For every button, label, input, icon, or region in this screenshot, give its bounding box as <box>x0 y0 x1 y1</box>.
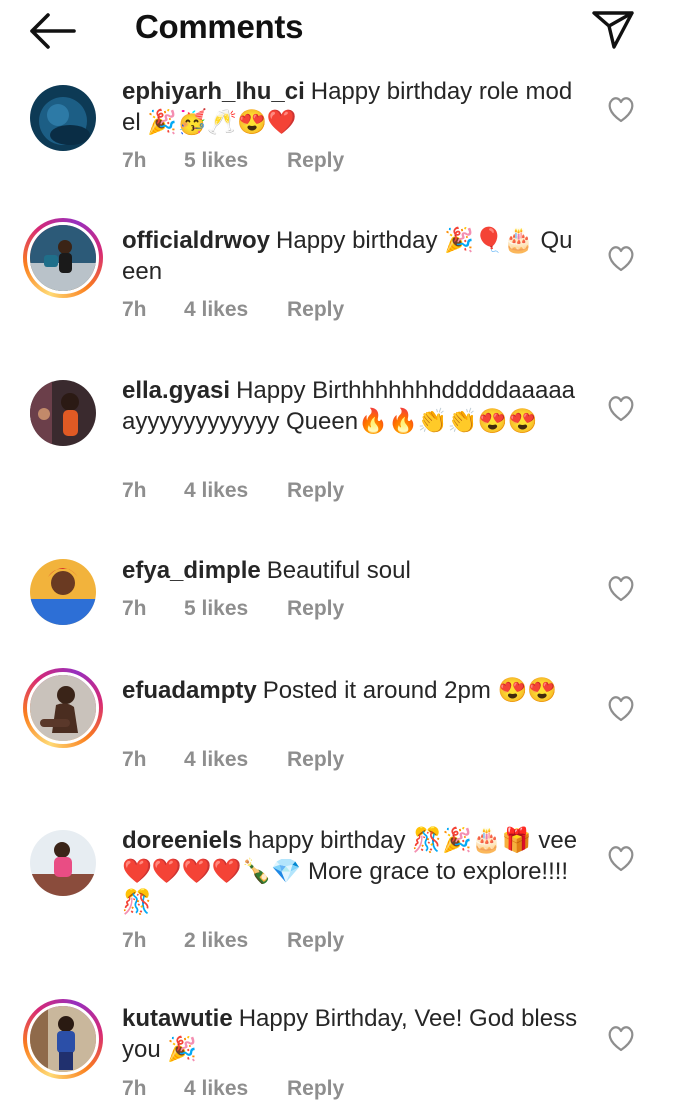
comment-meta: 7h 5 likes Reply <box>122 597 344 621</box>
reply-button[interactable]: Reply <box>287 748 344 772</box>
back-arrow-icon[interactable] <box>30 13 76 49</box>
reply-button[interactable]: Reply <box>287 597 344 621</box>
likes-count[interactable]: 4 likes <box>184 1077 287 1101</box>
comment-username[interactable]: ephiyarh_lhu_ci <box>122 78 305 105</box>
heart-outline-icon[interactable] <box>606 844 636 872</box>
avatar[interactable] <box>23 218 103 298</box>
comment-username[interactable]: officialdrwoy <box>122 227 270 254</box>
likes-count[interactable]: 2 likes <box>184 929 287 953</box>
heart-outline-icon[interactable] <box>606 694 636 722</box>
comment-username[interactable]: kutawutie <box>122 1005 233 1032</box>
heart-outline-icon[interactable] <box>606 574 636 602</box>
comment-meta: 7h 2 likes Reply <box>122 929 344 953</box>
heart-outline-icon[interactable] <box>606 244 636 272</box>
avatar[interactable] <box>23 668 103 748</box>
comment-meta: 7h 5 likes Reply <box>122 149 344 173</box>
reply-button[interactable]: Reply <box>287 1077 344 1101</box>
paper-plane-icon[interactable] <box>590 9 636 49</box>
avatar-image <box>27 672 99 744</box>
comment-body: ella.gyasi Happy Birthhhhhhhdddddaaaaaayy… <box>122 375 582 437</box>
top-bar: Comments <box>0 0 673 66</box>
comment-time: 7h <box>122 597 147 620</box>
comment-username[interactable]: efya_dimple <box>122 557 261 584</box>
likes-count[interactable]: 4 likes <box>184 298 287 322</box>
avatar-image <box>30 559 96 625</box>
comment-body: efya_dimple Beautiful soul <box>122 555 582 586</box>
reply-button[interactable]: Reply <box>287 929 344 953</box>
avatar-image <box>27 222 99 294</box>
avatar[interactable] <box>23 78 103 158</box>
comment-time: 7h <box>122 748 147 771</box>
likes-count[interactable]: 4 likes <box>184 748 287 772</box>
comment-meta: 7h 4 likes Reply <box>122 479 344 503</box>
comment-username[interactable]: doreeniels <box>122 827 242 854</box>
comment-time: 7h <box>122 298 147 321</box>
comment-time: 7h <box>122 149 147 172</box>
avatar-image <box>30 85 96 151</box>
comment-body: efuadampty Posted it around 2pm 😍😍 <box>122 675 582 706</box>
page-title: Comments <box>135 8 304 45</box>
avatar-image <box>30 830 96 896</box>
reply-button[interactable]: Reply <box>287 149 344 173</box>
comment-body: kutawutie Happy Birthday, Vee! God bless … <box>122 1003 582 1065</box>
avatar[interactable] <box>23 373 103 453</box>
avatar-image <box>27 1003 99 1075</box>
comment-time: 7h <box>122 1077 147 1100</box>
avatar[interactable] <box>23 823 103 903</box>
heart-outline-icon[interactable] <box>606 95 636 123</box>
likes-count[interactable]: 5 likes <box>184 149 287 173</box>
comment-meta: 7h 4 likes Reply <box>122 748 344 772</box>
avatar[interactable] <box>23 552 103 632</box>
comment-text: Posted it around 2pm 😍😍 <box>262 677 558 704</box>
heart-outline-icon[interactable] <box>606 1024 636 1052</box>
comment-username[interactable]: ella.gyasi <box>122 377 230 404</box>
comment-text: Beautiful soul <box>266 557 411 584</box>
comment-time: 7h <box>122 479 147 502</box>
comment-meta: 7h 4 likes Reply <box>122 298 344 322</box>
reply-button[interactable]: Reply <box>287 298 344 322</box>
avatar[interactable] <box>23 999 103 1079</box>
comment-time: 7h <box>122 929 147 952</box>
comment-meta: 7h 4 likes Reply <box>122 1077 344 1101</box>
comment-body: doreeniels happy birthday 🎊🎉🎂🎁 vee❤️❤️❤️❤… <box>122 825 582 918</box>
likes-count[interactable]: 4 likes <box>184 479 287 503</box>
comment-body: ephiyarh_lhu_ci Happy birthday role model… <box>122 76 582 138</box>
heart-outline-icon[interactable] <box>606 394 636 422</box>
avatar-image <box>30 380 96 446</box>
comment-username[interactable]: efuadampty <box>122 677 257 704</box>
comment-body: officialdrwoy Happy birthday 🎉🎈🎂 Queen <box>122 225 582 287</box>
reply-button[interactable]: Reply <box>287 479 344 503</box>
comments-list[interactable]: ephiyarh_lhu_ci Happy birthday role model… <box>0 66 673 1108</box>
likes-count[interactable]: 5 likes <box>184 597 287 621</box>
